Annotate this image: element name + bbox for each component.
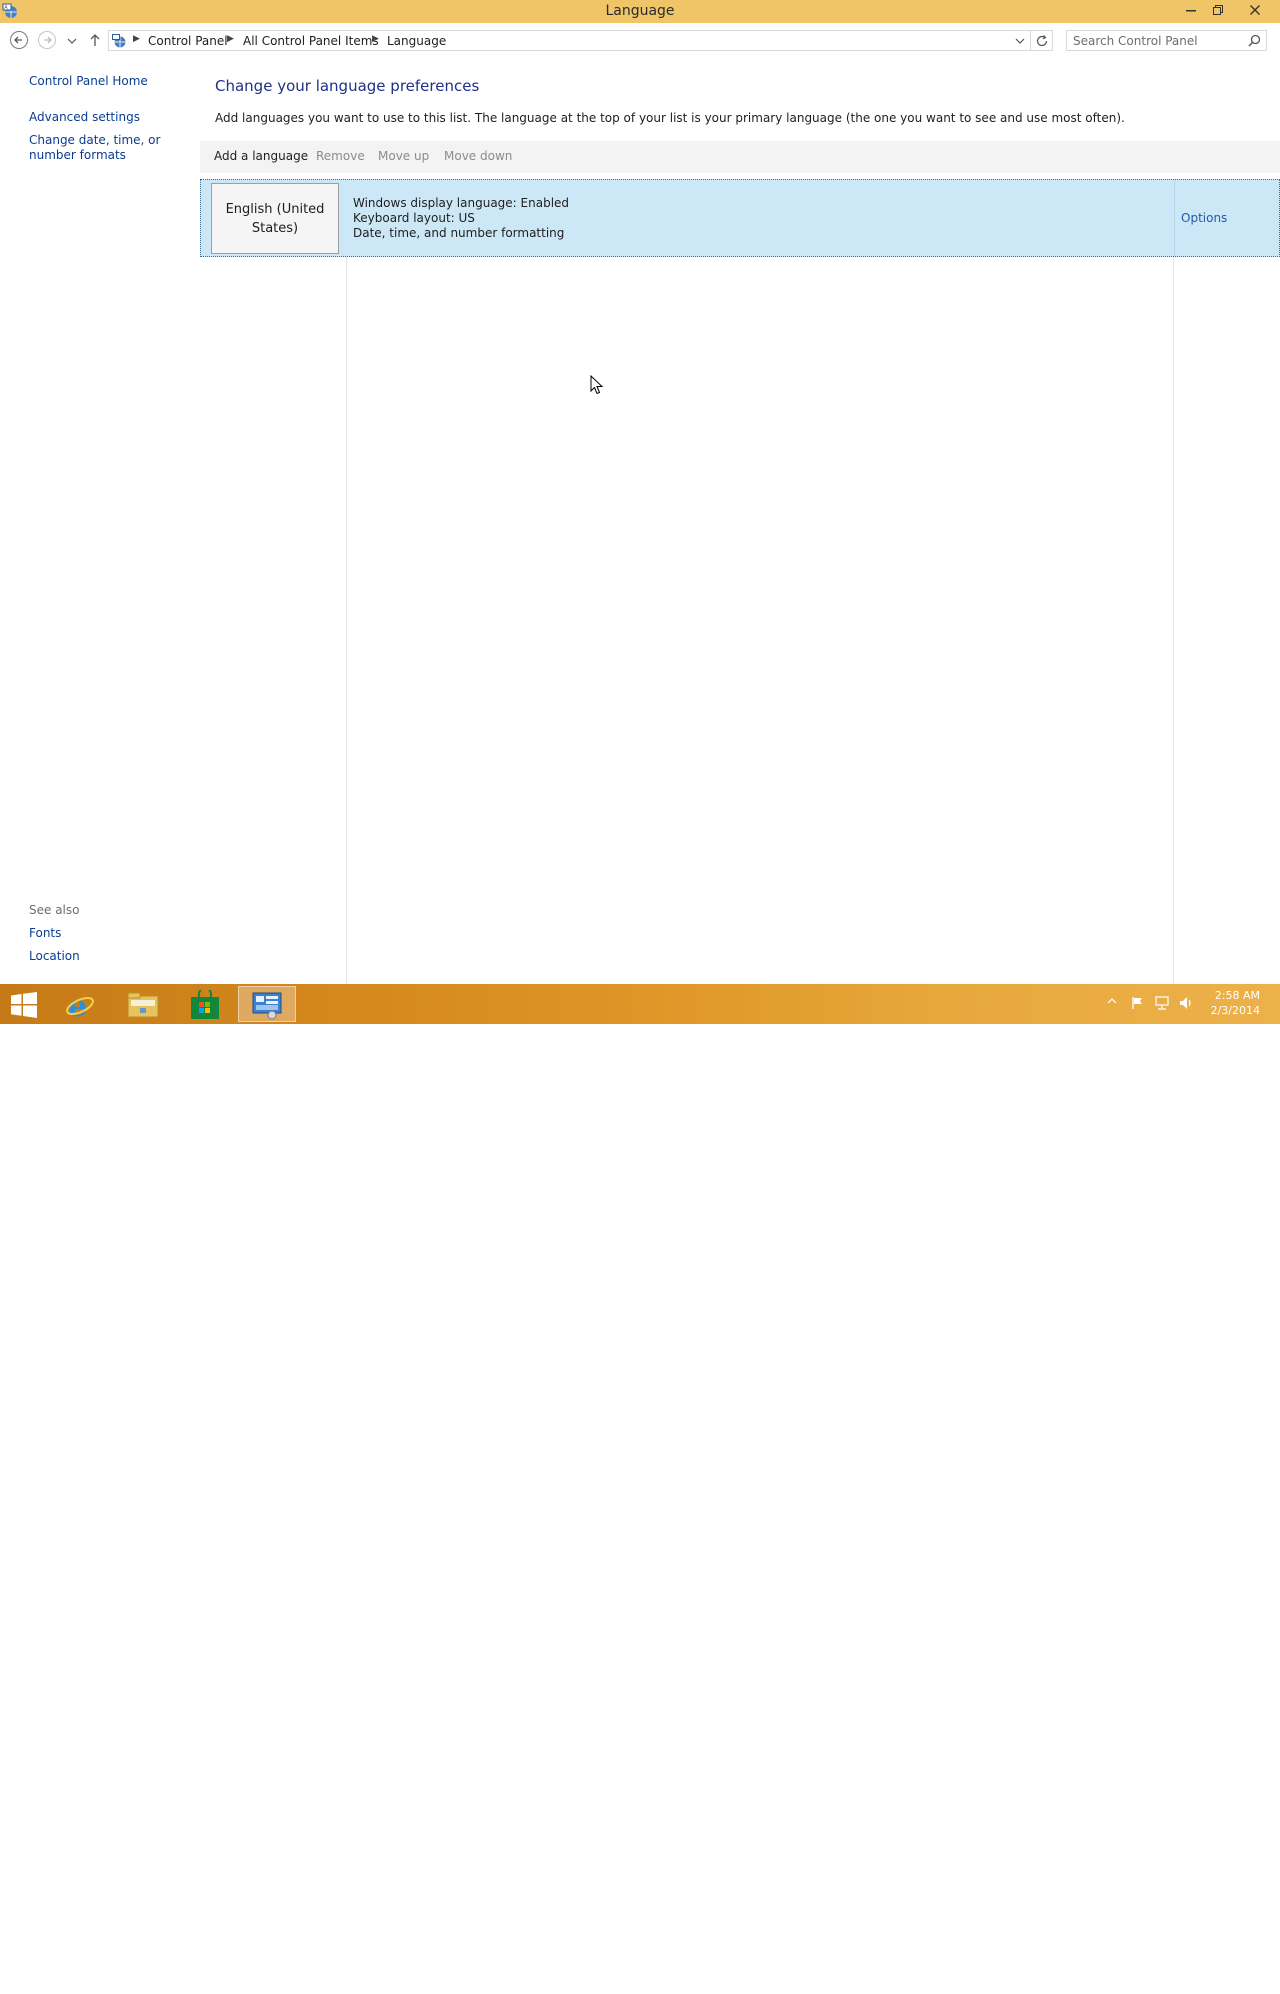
list-column-divider [1173,257,1174,984]
clock-time: 2:58 AM [1214,989,1260,1002]
see-also-location-link[interactable]: Location [29,949,80,964]
keyboard-layout: Keyboard layout: US [353,211,475,225]
taskbar-file-explorer[interactable] [114,986,172,1022]
up-arrow-icon[interactable] [88,33,102,47]
see-also-fonts-link[interactable]: Fonts [29,926,61,941]
breadcrumb-separator-icon: ▶ [133,34,140,44]
add-language-button[interactable]: Add a language [214,149,308,163]
restore-button[interactable] [1204,0,1232,21]
watermark-text: The Collection Book [1092,1972,1280,1994]
window-title: Language [605,3,675,19]
control-panel-icon [112,34,126,48]
breadcrumb-separator-icon[interactable]: ▶ [227,34,234,44]
move-up-button[interactable]: Move up [378,149,429,163]
language-list-item[interactable]: English (United States) Windows display … [200,179,1280,257]
minimize-button[interactable] [1177,0,1205,21]
title-bar: A Language [0,0,1280,23]
volume-icon[interactable] [1179,996,1193,1010]
taskbar-store[interactable] [176,986,234,1022]
windows-logo-icon [11,992,37,1018]
breadcrumb-all-items[interactable]: All Control Panel Items [243,34,379,48]
minimize-icon [1186,10,1196,12]
address-divider [1030,31,1031,50]
search-input[interactable] [1073,32,1243,49]
search-box[interactable] [1066,30,1267,51]
show-hidden-icons-icon[interactable] [1107,996,1117,1006]
forward-arrow-icon [44,36,52,44]
address-bar[interactable]: ▶ Control Panel ▶ All Control Panel Item… [108,30,1053,51]
sidebar-item-control-panel-home[interactable]: Control Panel Home [29,74,148,89]
taskbar-internet-explorer[interactable]: e [52,986,110,1022]
control-panel-taskbar-icon [252,992,282,1020]
see-also-label: See also [29,903,80,917]
restore-icon [1213,5,1223,15]
system-clock[interactable]: 2:58 AM 2/3/2014 [1211,988,1260,1018]
page-description: Add languages you want to use to this li… [215,111,1125,125]
folder-icon [127,992,159,1018]
formatting-status: Date, time, and number formatting [353,226,565,240]
back-arrow-icon [14,36,22,44]
breadcrumb-control-panel[interactable]: Control Panel [148,34,228,48]
network-icon[interactable] [1155,996,1169,1010]
move-down-button[interactable]: Move down [444,149,512,163]
action-center-flag-icon[interactable] [1131,996,1145,1010]
forward-button[interactable] [38,31,56,49]
language-options-link[interactable]: Options [1181,211,1227,225]
internet-explorer-icon: e [66,990,94,1020]
remove-button[interactable]: Remove [316,149,365,163]
sidebar-item-change-date-time-formats[interactable]: Change date, time, or number formats [29,133,194,163]
recent-locations-chevron-icon[interactable] [67,37,77,45]
mouse-cursor-icon [590,375,604,395]
breadcrumb-separator-icon[interactable]: ▶ [372,34,379,44]
sidebar-item-advanced-settings[interactable]: Advanced settings [29,110,140,125]
language-name: English (United States) [225,201,325,236]
language-details: Windows display language: Enabled Keyboa… [353,196,569,241]
taskbar: e The Collection Book 2:58 AM 2/3/2014 [0,984,1280,1994]
search-icon[interactable] [1248,34,1261,47]
address-dropdown-icon[interactable] [1015,37,1025,45]
close-icon [1250,5,1260,15]
page-title: Change your language preferences [215,77,480,95]
clock-date: 2/3/2014 [1210,1004,1260,1017]
taskbar-control-panel[interactable] [238,986,296,1022]
refresh-icon[interactable] [1035,34,1049,48]
row-divider [1174,180,1175,256]
list-column-divider [346,257,347,984]
display-language-status: Windows display language: Enabled [353,196,570,210]
back-button[interactable] [10,31,28,49]
start-button[interactable] [0,986,58,1022]
close-button[interactable] [1241,0,1269,21]
store-icon [191,990,219,1019]
language-toolbar: Add a language Remove Move up Move down [200,141,1280,173]
breadcrumb-language[interactable]: Language [387,34,446,48]
navigation-bar: ▶ Control Panel ▶ All Control Panel Item… [0,23,1280,59]
language-name-tile[interactable]: English (United States) [211,183,339,254]
left-pane: Control Panel Home Advanced settings Cha… [0,59,200,984]
